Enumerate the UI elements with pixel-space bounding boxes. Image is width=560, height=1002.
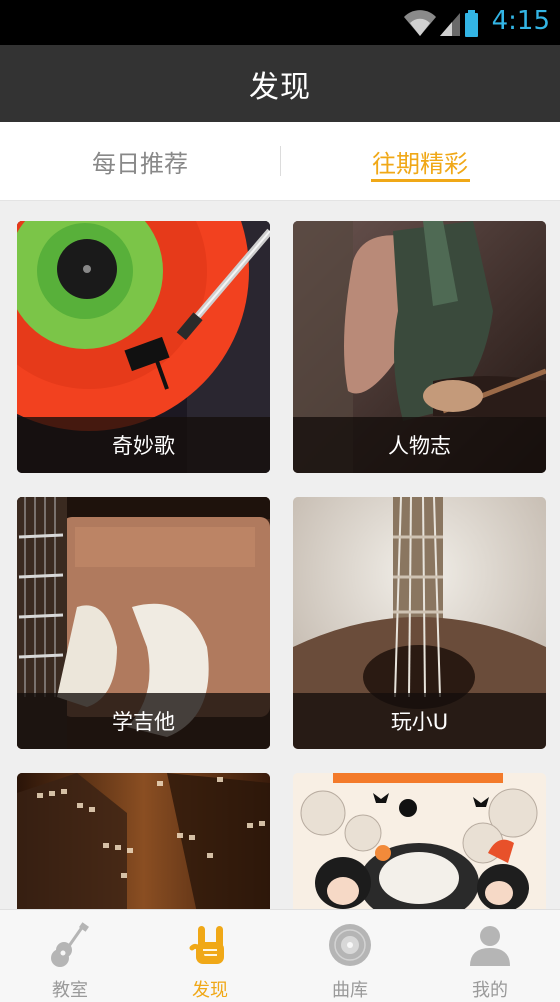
segment-tabs: 每日推荐 往期精彩 <box>0 122 560 201</box>
illustration-image <box>293 773 546 909</box>
tab-daily-recommend[interactable]: 每日推荐 <box>0 122 280 200</box>
user-icon <box>470 926 510 966</box>
card-renwuzhi[interactable]: 人物志 <box>293 221 546 473</box>
card-caption: 人物志 <box>293 417 546 473</box>
nav-label: 曲库 <box>332 980 368 1001</box>
wifi-icon <box>404 10 436 36</box>
card-caption-text: 玩小U <box>390 710 449 734</box>
tab-label: 每日推荐 <box>92 149 188 178</box>
status-clock: 4:15 <box>491 6 550 36</box>
vinyl-disc-icon <box>329 924 371 966</box>
page-title: 发现 <box>249 69 311 105</box>
nav-item-discover[interactable]: 发现 <box>140 910 280 1002</box>
status-icons <box>404 10 478 37</box>
card-caption: 奇妙歌 <box>17 417 270 473</box>
card-illustration[interactable] <box>293 773 546 909</box>
signal-icon <box>440 13 460 36</box>
card-caption: 学吉他 <box>17 693 270 749</box>
nav-label: 发现 <box>192 980 228 1001</box>
nav-item-classroom[interactable]: 教室 <box>0 910 140 1002</box>
app-bar: 发现 <box>0 45 560 122</box>
card-caption-text: 学吉他 <box>112 710 175 734</box>
card-xuejita[interactable]: 学吉他 <box>17 497 270 749</box>
tab-label: 往期精彩 <box>372 149 468 178</box>
nav-label: 我的 <box>472 980 508 1001</box>
card-caption: 玩小U <box>293 693 546 749</box>
card-buildings[interactable] <box>17 773 270 909</box>
bottom-nav: 教室 发现 曲库 我的 <box>0 909 560 1002</box>
card-wanxiaou[interactable]: 玩小U <box>293 497 546 749</box>
guitar-icon <box>51 922 89 967</box>
nav-item-mine[interactable]: 我的 <box>420 910 560 1002</box>
nav-label: 教室 <box>52 980 88 1001</box>
card-qimiaoge[interactable]: 奇妙歌 <box>17 221 270 473</box>
category-grid: 奇妙歌 人物志 学吉他 玩小U <box>0 201 560 909</box>
tab-past-highlights[interactable]: 往期精彩 <box>280 122 560 200</box>
battery-icon <box>465 10 478 37</box>
active-tab-indicator <box>371 179 470 182</box>
rock-hand-icon <box>189 926 224 964</box>
card-caption-text: 人物志 <box>388 434 451 458</box>
buildings-image <box>17 773 270 909</box>
status-bar: 4:15 <box>0 0 560 45</box>
card-caption-text: 奇妙歌 <box>112 434 175 458</box>
nav-item-library[interactable]: 曲库 <box>280 910 420 1002</box>
